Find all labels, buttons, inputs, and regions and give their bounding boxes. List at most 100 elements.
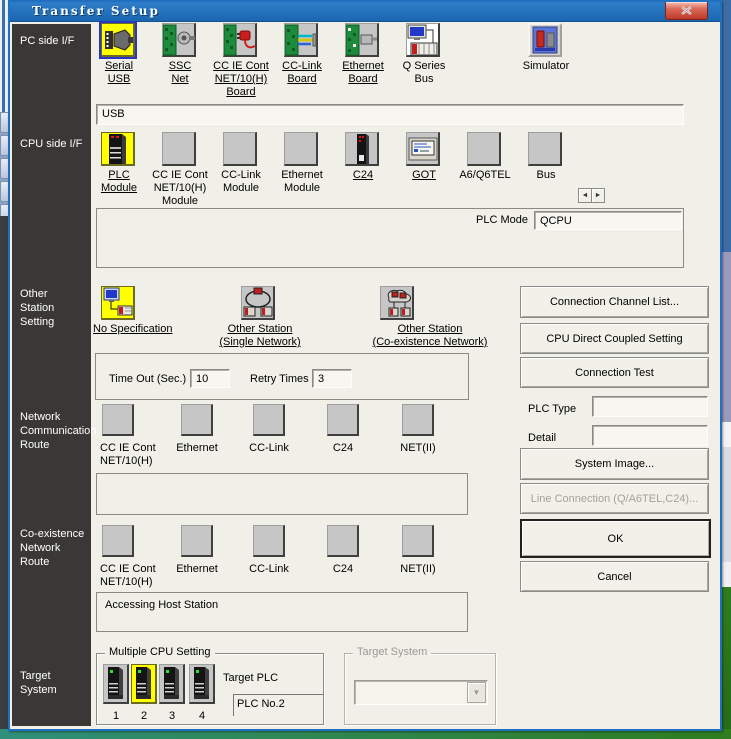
net-route-netii-icon[interactable] (402, 404, 434, 436)
target-system-group: Target System ▼ (344, 653, 496, 725)
plc-module-icon[interactable] (101, 132, 135, 166)
simulator-glyph (530, 25, 560, 55)
cpu3-icon[interactable] (159, 664, 185, 704)
ok-button[interactable]: OK (520, 519, 711, 558)
cpu2-glyph (132, 665, 156, 703)
ethernet-board-glyph (346, 24, 378, 56)
other-station-single-icon[interactable] (241, 286, 275, 320)
network-route-section-label: Network Communication Route (20, 410, 96, 452)
a6-q6tel-icon[interactable] (467, 132, 501, 166)
plc-module-glyph (102, 133, 134, 165)
coexistence-route-section-label: Co-existence Network Route (20, 527, 84, 569)
connection-test-button[interactable]: Connection Test (520, 357, 709, 388)
other-station-label-single-network[interactable]: Other Station (Single Network) (190, 323, 330, 349)
multiple-cpu-legend: Multiple CPU Setting (105, 646, 215, 658)
target-system-legend: Target System (353, 646, 431, 658)
cpu4-glyph (190, 665, 214, 703)
net-route-ethernet-icon[interactable] (181, 404, 213, 436)
line-connection-button[interactable]: Line Connection (Q/A6TEL,C24)... (520, 483, 709, 514)
arrow-left-icon: ◄ (582, 192, 589, 199)
c24-icon[interactable] (345, 132, 379, 166)
cpu1-number: 1 (110, 710, 122, 722)
desktop-grass-right (722, 587, 731, 739)
target-plc-value-field: PLC No.2 (233, 694, 323, 716)
cpu4-icon[interactable] (189, 664, 215, 704)
ssc-net-icon[interactable] (162, 23, 196, 57)
pc-option-label-q-series-bus[interactable]: Q Series Bus (386, 60, 462, 86)
timeout-input[interactable]: 10 (190, 369, 230, 388)
cpu2-icon-selected[interactable] (131, 664, 157, 704)
chevron-down-icon: ▼ (473, 688, 481, 697)
retry-times-label: Retry Times (250, 373, 309, 385)
simulator-icon[interactable] (528, 23, 562, 57)
desktop-strip-white (722, 422, 731, 447)
cpu-option-label-bus[interactable]: Bus (508, 169, 584, 182)
got-glyph (407, 133, 439, 165)
title-bar[interactable]: Transfer Setup (10, 2, 720, 22)
no-specification-icon[interactable] (101, 286, 135, 320)
coex-route-netii-icon[interactable] (402, 525, 434, 557)
cc-link-module-icon[interactable] (223, 132, 257, 166)
cc-link-board-icon[interactable] (284, 23, 318, 57)
got-icon[interactable] (406, 132, 440, 166)
cc-ie-module-icon[interactable] (162, 132, 196, 166)
other-station-coexistence-glyph (381, 287, 413, 319)
cpu2-number: 2 (138, 710, 150, 722)
pc-side-section-label: PC side I/F (20, 34, 74, 48)
connection-channel-list-button[interactable]: Connection Channel List... (520, 286, 709, 318)
serial-usb-glyph (102, 24, 134, 56)
scroll-right-button[interactable]: ► (591, 188, 605, 203)
network-route-description-box (96, 473, 468, 515)
retry-times-input[interactable]: 3 (312, 369, 352, 388)
serial-usb-icon[interactable] (101, 23, 135, 57)
cancel-button[interactable]: Cancel (520, 561, 709, 592)
cc-link-board-glyph (285, 24, 317, 56)
q-series-bus-glyph (407, 24, 439, 56)
ethernet-module-icon[interactable] (284, 132, 318, 166)
host-station-box: Accessing Host Station (96, 592, 468, 632)
cc-ie-board-icon[interactable] (223, 23, 257, 57)
scroll-left-button[interactable]: ◄ (578, 188, 592, 203)
coex-route-cc-ie-icon[interactable] (102, 525, 134, 557)
pc-interface-value-field[interactable]: USB (96, 104, 684, 125)
other-station-label-no-specification[interactable]: No Specification (93, 323, 193, 336)
arrow-right-icon: ► (595, 192, 602, 199)
cpu1-icon[interactable] (103, 664, 129, 704)
coex-route-label-netii: NET(II) (378, 563, 458, 576)
desktop-strip-top (722, 0, 731, 252)
background-window-border (2, 0, 5, 112)
other-station-coexistence-icon[interactable] (380, 286, 414, 320)
c24-glyph (346, 133, 378, 165)
combo-dropdown-button[interactable]: ▼ (467, 682, 486, 703)
multiple-cpu-group: Multiple CPU Setting 1 2 3 4 Target PLC … (96, 653, 324, 725)
ssc-net-glyph (163, 24, 195, 56)
bus-icon[interactable] (528, 132, 562, 166)
target-plc-label: Target PLC (223, 672, 278, 684)
desktop-strip-grey (722, 447, 731, 562)
net-route-cc-link-icon[interactable] (253, 404, 285, 436)
other-station-label-coexistence-network[interactable]: Other Station (Co-existence Network) (350, 323, 510, 349)
cpu-direct-coupled-button[interactable]: CPU Direct Coupled Setting (520, 323, 709, 354)
close-button[interactable] (665, 2, 708, 20)
plc-mode-value-field: QCPU (534, 211, 682, 230)
cpu3-glyph (160, 665, 184, 703)
screen: { "window": { "title": "Transfer Setup" … (0, 0, 731, 739)
coex-route-c24-icon[interactable] (327, 525, 359, 557)
pc-option-label-simulator[interactable]: Simulator (508, 60, 584, 73)
cpu-side-section-label: CPU side I/F (20, 137, 82, 151)
coex-route-cc-link-icon[interactable] (253, 525, 285, 557)
plc-type-value-field (592, 396, 708, 417)
q-series-bus-icon[interactable] (406, 23, 440, 57)
other-station-single-glyph (242, 287, 274, 319)
net-route-c24-icon[interactable] (327, 404, 359, 436)
close-icon (681, 6, 692, 15)
coex-route-ethernet-icon[interactable] (181, 525, 213, 557)
coex-route-label-c24: C24 (303, 563, 383, 576)
net-route-cc-ie-icon[interactable] (102, 404, 134, 436)
net-route-label-c24: C24 (303, 442, 383, 455)
cpu4-number: 4 (196, 710, 208, 722)
system-image-button[interactable]: System Image... (520, 448, 709, 480)
detail-value-field (592, 425, 708, 446)
target-system-combo[interactable]: ▼ (354, 680, 488, 705)
ethernet-board-icon[interactable] (345, 23, 379, 57)
